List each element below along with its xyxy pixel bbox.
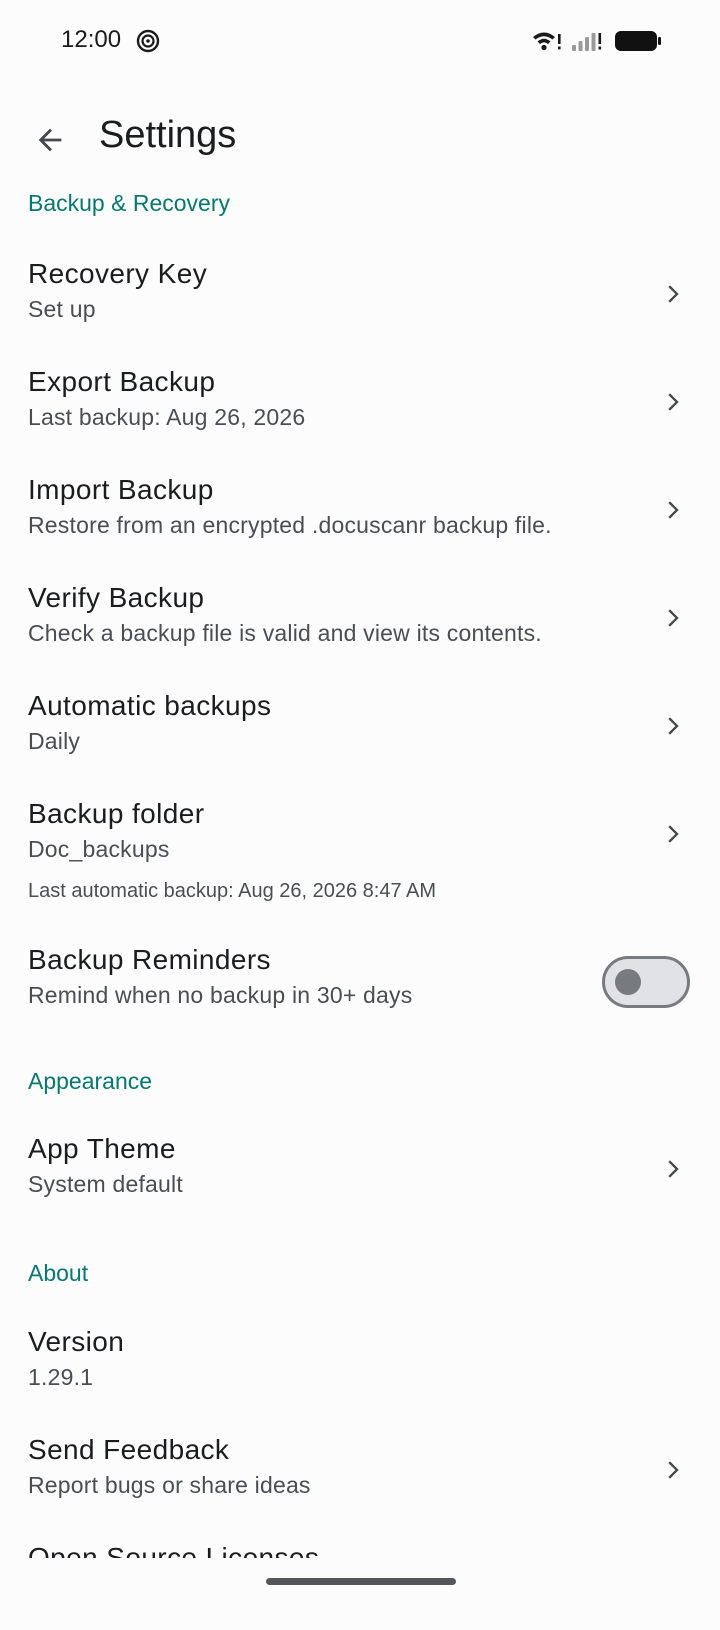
item-title: Import Backup — [28, 474, 214, 505]
item-title: Export Backup — [28, 366, 216, 397]
section-header-about: About — [28, 1260, 89, 1286]
toggle-thumb — [615, 969, 641, 995]
arrow-left-icon — [38, 128, 62, 152]
home-indicator[interactable] — [266, 1578, 456, 1585]
item-title: Send Feedback — [28, 1434, 230, 1465]
app-notification-icon — [136, 29, 160, 53]
item-title: Recovery Key — [28, 258, 208, 289]
chevron-right-icon — [668, 1461, 679, 1479]
backup-reminders-toggle[interactable] — [602, 956, 690, 1008]
item-subtitle: Remind when no backup in 30+ days — [28, 982, 413, 1008]
item-title: Verify Backup — [28, 582, 205, 613]
status-time: 12:00 — [61, 26, 122, 53]
last-automatic-backup-note: Last automatic backup: Aug 26, 2026 8:47… — [28, 880, 437, 902]
item-title: App Theme — [28, 1133, 176, 1164]
item-subtitle: 1.29.1 — [28, 1364, 94, 1390]
settings-item-backup-reminders[interactable]: Backup Reminders Remind when no backup i… — [0, 932, 720, 1032]
settings-item-app-theme[interactable]: App Theme System default — [0, 1121, 720, 1221]
item-subtitle: Set up — [28, 296, 96, 322]
chevron-right-icon — [668, 825, 679, 843]
item-title: Backup folder — [28, 798, 205, 829]
settings-item-verify-backup[interactable]: Verify Backup Check a backup file is val… — [0, 570, 720, 670]
item-subtitle: System default — [28, 1171, 183, 1197]
item-subtitle: Last backup: Aug 26, 2026 — [28, 404, 306, 430]
settings-item-backup-folder[interactable]: Backup folder Doc_backups — [0, 786, 720, 886]
item-title: Version — [28, 1326, 125, 1357]
wifi-icon — [533, 32, 561, 51]
battery-icon — [615, 31, 661, 51]
settings-item-export-backup[interactable]: Export Backup Last backup: Aug 26, 2026 — [0, 354, 720, 454]
item-title: Backup Reminders — [28, 944, 271, 975]
item-subtitle: Restore from an encrypted .docuscanr bac… — [28, 512, 552, 538]
item-subtitle: Check a backup file is valid and view it… — [28, 620, 542, 646]
chevron-right-icon — [668, 1160, 679, 1178]
page-title: Settings — [99, 114, 237, 156]
settings-item-recovery-key[interactable]: Recovery Key Set up — [0, 246, 720, 346]
chevron-right-icon — [668, 501, 679, 519]
status-bar: 12:00 — [0, 0, 720, 82]
item-subtitle: Daily — [28, 728, 81, 754]
section-header-backup: Backup & Recovery — [28, 190, 230, 216]
settings-item-version: Version 1.29.1 — [0, 1314, 720, 1414]
section-header-appearance: Appearance — [28, 1068, 153, 1094]
signal-icon — [572, 33, 602, 51]
settings-item-send-feedback[interactable]: Send Feedback Report bugs or share ideas — [0, 1422, 720, 1522]
settings-item-import-backup[interactable]: Import Backup Restore from an encrypted … — [0, 462, 720, 562]
settings-item-automatic-backups[interactable]: Automatic backups Daily — [0, 678, 720, 778]
item-title: Automatic backups — [28, 690, 272, 721]
chevron-right-icon — [668, 609, 679, 627]
chevron-right-icon — [668, 717, 679, 735]
top-app-bar: Settings — [0, 100, 720, 176]
item-subtitle: Report bugs or share ideas — [28, 1472, 311, 1498]
chevron-right-icon — [668, 285, 679, 303]
chevron-right-icon — [668, 393, 679, 411]
item-subtitle: Doc_backups — [28, 836, 170, 862]
back-button[interactable] — [22, 112, 78, 168]
